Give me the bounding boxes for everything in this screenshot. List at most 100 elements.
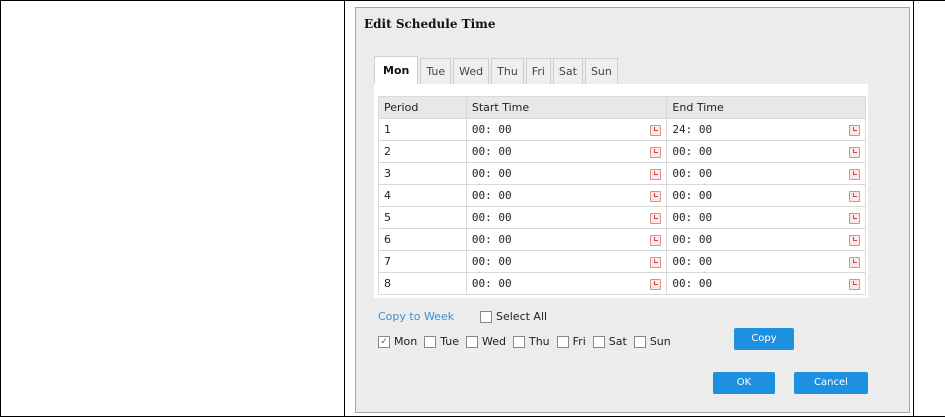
copy-day-label: Sat [608,335,627,348]
clock-picker-icon[interactable] [649,256,662,268]
cancel-button[interactable]: Cancel [794,372,868,394]
copy-day-option-fri[interactable]: Fri [556,335,586,348]
clock-picker-icon[interactable] [649,190,662,202]
end-time-value[interactable]: 00: 00 [672,167,712,180]
end-time-cell[interactable]: 00: 00 [666,272,866,295]
copy-day-label: Tue [440,335,459,348]
clock-picker-icon[interactable] [649,278,662,290]
day-tabs: Mon Tue Wed Thu Fri Sat Sun [374,56,618,84]
copy-day-checkbox[interactable] [592,335,605,348]
tab-mon[interactable]: Mon [374,56,419,84]
tab-tue[interactable]: Tue [420,58,452,84]
end-time-cell[interactable]: 24: 00 [666,118,866,141]
edit-schedule-dialog: Edit Schedule Time Mon Tue Wed Thu Fri S… [355,7,910,413]
end-time-value[interactable]: 00: 00 [672,145,712,158]
copy-day-checkbox[interactable]: ✓ [378,335,390,348]
table-row: 7 00: 00 00: 00 [378,250,866,273]
clock-picker-icon[interactable] [848,256,860,268]
end-time-value[interactable]: 00: 00 [672,255,712,268]
clock-picker-icon[interactable] [848,168,860,180]
select-all-option[interactable]: Select All [480,310,547,323]
end-time-cell[interactable]: 00: 00 [666,184,866,207]
copy-day-checkbox[interactable] [512,335,525,348]
copy-day-checkbox[interactable] [466,335,478,348]
clock-picker-icon[interactable] [649,168,662,180]
start-time-value[interactable]: 00: 00 [472,123,512,136]
start-time-cell[interactable]: 00: 00 [465,162,668,185]
start-time-value[interactable]: 00: 00 [472,255,512,268]
start-time-value[interactable]: 00: 00 [472,233,512,246]
period-cell: 8 [378,272,467,295]
copy-button[interactable]: Copy [734,328,794,350]
tab-wed[interactable]: Wed [453,58,490,84]
start-time-value[interactable]: 00: 00 [472,189,512,202]
clock-picker-icon[interactable] [848,212,860,224]
copy-day-checkbox[interactable] [633,335,646,348]
table-row: 2 00: 00 00: 00 [378,140,866,163]
end-time-cell[interactable]: 00: 00 [666,206,866,229]
column-header-period: Period [378,96,467,119]
end-time-value[interactable]: 00: 00 [672,211,712,224]
end-time-value[interactable]: 24: 00 [672,123,712,136]
period-cell: 3 [378,162,467,185]
period-cell: 2 [378,140,467,163]
end-time-value[interactable]: 00: 00 [672,277,712,290]
start-time-value[interactable]: 00: 00 [472,277,512,290]
copy-day-option-mon[interactable]: ✓ Mon [378,335,417,348]
schedule-table: Period Start Time End Time 1 00: 00 24: 00… [378,96,866,295]
end-time-value[interactable]: 00: 00 [672,233,712,246]
clock-picker-icon[interactable] [649,234,662,246]
start-time-cell[interactable]: 00: 00 [465,140,668,163]
table-row: 4 00: 00 00: 00 [378,184,866,207]
copy-day-label: Thu [528,335,550,348]
end-time-cell[interactable]: 00: 00 [666,228,866,251]
end-time-cell[interactable]: 00: 00 [666,140,866,163]
select-all-checkbox[interactable] [480,310,492,323]
clock-picker-icon[interactable] [848,124,860,136]
period-cell: 6 [378,228,467,251]
copy-day-option-tue[interactable]: Tue [424,335,459,348]
end-time-cell[interactable]: 00: 00 [666,250,866,273]
copy-day-label: Sun [649,335,671,348]
clock-picker-icon[interactable] [848,146,860,158]
start-time-cell[interactable]: 00: 00 [465,118,668,141]
clock-picker-icon[interactable] [848,278,860,290]
table-row: 3 00: 00 00: 00 [378,162,866,185]
tab-sat[interactable]: Sat [552,58,583,84]
copy-day-option-thu[interactable]: Thu [512,335,550,348]
copy-day-option-wed[interactable]: Wed [466,335,506,348]
column-divider [344,0,345,417]
table-row: 8 00: 00 00: 00 [378,272,866,295]
start-time-cell[interactable]: 00: 00 [465,272,668,295]
copy-day-label: Fri [572,335,586,348]
start-time-cell[interactable]: 00: 00 [465,228,668,251]
period-cell: 1 [378,118,467,141]
clock-picker-icon[interactable] [649,146,662,158]
copy-to-week-label: Copy to Week [378,310,455,323]
end-time-cell[interactable]: 00: 00 [666,162,866,185]
end-time-value[interactable]: 00: 00 [672,189,712,202]
tab-fri[interactable]: Fri [525,58,551,84]
period-cell: 7 [378,250,467,273]
start-time-cell[interactable]: 00: 00 [465,206,668,229]
period-cell: 4 [378,184,467,207]
copy-day-option-sat[interactable]: Sat [592,335,627,348]
column-header-end-time: End Time [666,96,866,119]
clock-picker-icon[interactable] [649,124,662,136]
start-time-value[interactable]: 00: 00 [472,145,512,158]
start-time-value[interactable]: 00: 00 [472,167,512,180]
tab-thu[interactable]: Thu [491,58,524,84]
copy-day-checkbox[interactable] [556,335,569,348]
table-header-row: Period Start Time End Time [378,96,866,119]
tab-sun[interactable]: Sun [584,58,618,84]
start-time-value[interactable]: 00: 00 [472,211,512,224]
copy-day-checkbox[interactable] [424,335,437,348]
start-time-cell[interactable]: 00: 00 [465,250,668,273]
start-time-cell[interactable]: 00: 00 [465,184,668,207]
clock-picker-icon[interactable] [848,190,860,202]
clock-picker-icon[interactable] [848,234,860,246]
ok-button[interactable]: OK [713,372,775,394]
clock-picker-icon[interactable] [649,212,662,224]
table-row: 6 00: 00 00: 00 [378,228,866,251]
copy-day-option-sun[interactable]: Sun [633,335,671,348]
